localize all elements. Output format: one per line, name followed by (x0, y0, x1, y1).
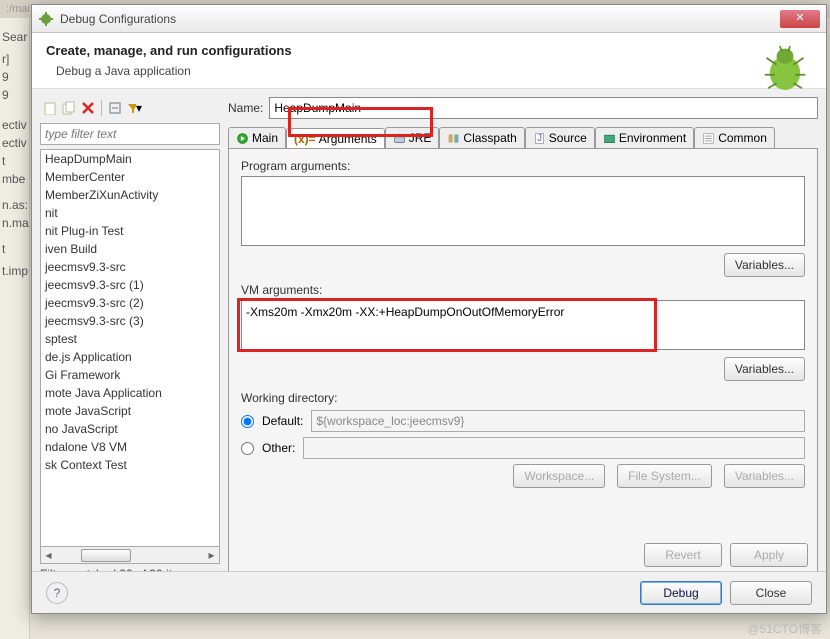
apply-button[interactable]: Apply (730, 543, 808, 567)
workdir-default-input (311, 410, 805, 432)
window-close-button[interactable]: ✕ (780, 10, 820, 28)
background-sidebar-fragment: Searr]99ectivectivtmben.as:n.matt.imp (0, 18, 30, 639)
filesystem-button[interactable]: File System... (617, 464, 712, 488)
tab-common[interactable]: Common (694, 127, 775, 148)
svg-text:J: J (537, 132, 542, 143)
watermark: @51CTO博客 (747, 620, 822, 637)
arguments-tab-content: Program arguments: Variables... VM argum… (228, 149, 818, 581)
tree-item[interactable]: jeecmsv9.3-src (1) (41, 276, 219, 294)
bug-icon (758, 41, 812, 95)
scroll-thumb[interactable] (81, 549, 131, 562)
vm-args-variables-button[interactable]: Variables... (724, 357, 805, 381)
tree-item[interactable]: mote Java Application (41, 384, 219, 402)
tab-environment[interactable]: Environment (595, 127, 694, 148)
workdir-other-radio[interactable] (241, 442, 254, 455)
tab-bar: Main (x)= Arguments JRE Classpath JSourc… (228, 125, 818, 149)
tree-item[interactable]: jeecmsv9.3-src (3) (41, 312, 219, 330)
program-args-label: Program arguments: (241, 159, 805, 173)
debug-icon (38, 11, 54, 27)
config-tree[interactable]: HeapDumpMain MemberCenter MemberZiXunAct… (40, 149, 220, 547)
working-dir-label: Working directory: (241, 391, 805, 405)
workdir-other-input[interactable] (303, 437, 805, 459)
scroll-right-icon[interactable]: ▸ (204, 548, 219, 562)
filter-input[interactable] (40, 123, 220, 145)
tab-arguments[interactable]: (x)= Arguments (286, 128, 385, 149)
tree-item[interactable]: HeapDumpMain (41, 150, 219, 168)
new-config-icon[interactable] (42, 100, 58, 116)
tree-item[interactable]: sptest (41, 330, 219, 348)
workdir-default-radio[interactable] (241, 415, 254, 428)
titlebar: Debug Configurations ✕ (32, 5, 826, 33)
tab-jre[interactable]: JRE (385, 127, 440, 148)
tree-item[interactable]: MemberCenter (41, 168, 219, 186)
tree-item[interactable]: iven Build (41, 240, 219, 258)
revert-button[interactable]: Revert (644, 543, 722, 567)
tree-item[interactable]: jeecmsv9.3-src (2) (41, 294, 219, 312)
dialog-title: Debug Configurations (60, 12, 780, 26)
tree-item[interactable]: nit (41, 204, 219, 222)
debug-button[interactable]: Debug (640, 581, 722, 605)
tree-item[interactable]: mote JavaScript (41, 402, 219, 420)
filter-field-wrapper (40, 123, 220, 145)
tab-source[interactable]: JSource (525, 127, 595, 148)
collapse-all-icon[interactable] (107, 100, 123, 116)
tab-classpath[interactable]: Classpath (439, 127, 524, 148)
name-label: Name: (228, 101, 263, 115)
workdir-default-label: Default: (262, 414, 303, 428)
debug-config-dialog: Debug Configurations ✕ Create, manage, a… (31, 4, 827, 614)
scroll-left-icon[interactable]: ◂ (41, 548, 56, 562)
tree-item[interactable]: de.js Application (41, 348, 219, 366)
delete-config-icon[interactable] (80, 100, 96, 116)
help-icon[interactable]: ? (46, 582, 68, 604)
workspace-button[interactable]: Workspace... (513, 464, 605, 488)
name-input[interactable] (269, 97, 818, 119)
tree-toolbar: ▾ (40, 97, 220, 119)
program-args-input[interactable] (241, 176, 805, 246)
tab-main[interactable]: Main (228, 127, 286, 148)
tree-item[interactable]: Gi Framework (41, 366, 219, 384)
tree-item[interactable]: no JavaScript (41, 420, 219, 438)
tree-item[interactable]: sk Context Test (41, 456, 219, 474)
config-editor-panel: Name: Main (x)= Arguments JRE Classpath … (228, 97, 818, 581)
filter-menu-icon[interactable]: ▾ (126, 100, 142, 116)
vm-args-input[interactable] (241, 300, 805, 350)
workdir-variables-button[interactable]: Variables... (724, 464, 805, 488)
header-title: Create, manage, and run configurations (46, 43, 812, 58)
tree-item[interactable]: jeecmsv9.3-src (41, 258, 219, 276)
tree-item[interactable]: ndalone V8 VM (41, 438, 219, 456)
close-button[interactable]: Close (730, 581, 812, 605)
header-subtitle: Debug a Java application (56, 64, 812, 78)
vm-args-label: VM arguments: (241, 283, 805, 297)
tree-item[interactable]: nit Plug-in Test (41, 222, 219, 240)
program-args-variables-button[interactable]: Variables... (724, 253, 805, 277)
tree-item[interactable]: MemberZiXunActivity (41, 186, 219, 204)
tree-hscrollbar[interactable]: ◂ ▸ (40, 547, 220, 564)
dialog-header: Create, manage, and run configurations D… (32, 33, 826, 89)
dialog-bottom-bar: ? Debug Close (32, 571, 826, 613)
workdir-other-label: Other: (262, 441, 295, 455)
duplicate-config-icon[interactable] (61, 100, 77, 116)
config-tree-panel: ▾ HeapDumpMain MemberCenter MemberZiXunA… (40, 97, 220, 581)
